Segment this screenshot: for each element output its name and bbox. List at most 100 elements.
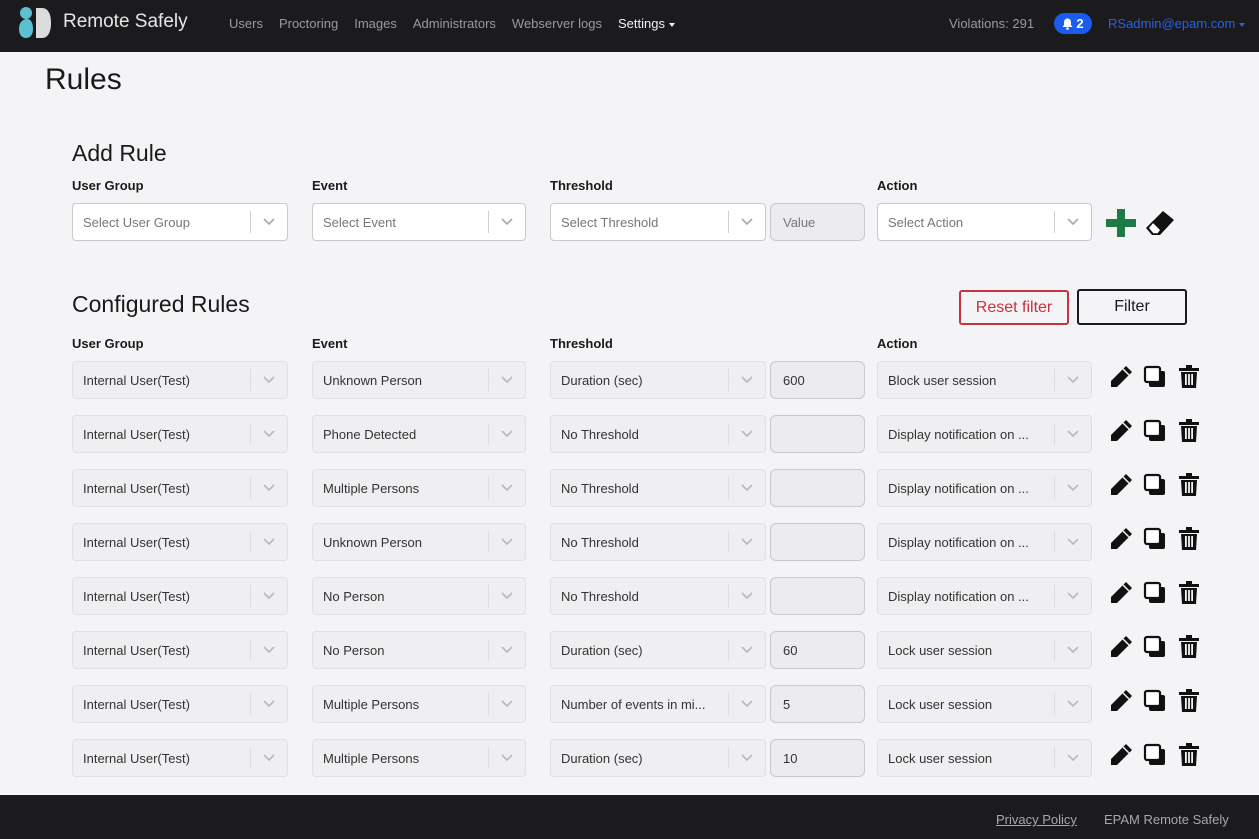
nav-settings-dropdown[interactable]: Settings xyxy=(618,16,675,31)
edit-rule-button[interactable] xyxy=(1108,527,1134,554)
delete-rule-button[interactable] xyxy=(1177,580,1201,608)
delete-rule-button[interactable] xyxy=(1177,634,1201,662)
rule-action-select[interactable]: Display notification on ... xyxy=(877,469,1092,507)
filter-button[interactable]: Filter xyxy=(1077,289,1187,325)
rule-threshold-select[interactable]: Duration (sec) xyxy=(550,631,766,669)
chevron-down-icon[interactable] xyxy=(1055,538,1091,546)
duplicate-rule-button[interactable] xyxy=(1142,473,1168,500)
user-menu-dropdown[interactable]: RSadmin@epam.com xyxy=(1108,16,1246,31)
rule-user-group-select[interactable]: Internal User(Test) xyxy=(72,523,288,561)
rule-threshold-select[interactable]: No Threshold xyxy=(550,415,766,453)
delete-rule-button[interactable] xyxy=(1177,472,1201,500)
rule-threshold-select[interactable]: No Threshold xyxy=(550,577,766,615)
chevron-down-icon[interactable] xyxy=(489,484,525,492)
chevron-down-icon[interactable] xyxy=(489,646,525,654)
notifications-button[interactable]: 2 xyxy=(1054,13,1092,34)
duplicate-rule-button[interactable] xyxy=(1142,581,1168,608)
add-rule-button[interactable] xyxy=(1106,208,1136,238)
rule-action-select[interactable]: Lock user session xyxy=(877,631,1092,669)
duplicate-rule-button[interactable] xyxy=(1142,689,1168,716)
chevron-down-icon[interactable] xyxy=(489,218,525,226)
rule-event-select[interactable]: No Person xyxy=(312,577,526,615)
chevron-down-icon[interactable] xyxy=(1055,754,1091,762)
chevron-down-icon[interactable] xyxy=(489,430,525,438)
rule-value-input[interactable]: 10 xyxy=(770,739,865,777)
chevron-down-icon[interactable] xyxy=(1055,592,1091,600)
edit-rule-button[interactable] xyxy=(1108,473,1134,500)
chevron-down-icon[interactable] xyxy=(489,754,525,762)
rule-event-select[interactable]: Phone Detected xyxy=(312,415,526,453)
reset-filter-button[interactable]: Reset filter xyxy=(959,290,1069,325)
nav-users[interactable]: Users xyxy=(229,16,263,31)
duplicate-rule-button[interactable] xyxy=(1142,527,1168,554)
edit-rule-button[interactable] xyxy=(1108,689,1134,716)
add-action-select[interactable]: Select Action xyxy=(877,203,1092,241)
nav-proctoring[interactable]: Proctoring xyxy=(279,16,338,31)
rule-threshold-select[interactable]: Duration (sec) xyxy=(550,739,766,777)
duplicate-rule-button[interactable] xyxy=(1142,635,1168,662)
rule-event-select[interactable]: Multiple Persons xyxy=(312,469,526,507)
rule-event-select[interactable]: Unknown Person xyxy=(312,523,526,561)
chevron-down-icon[interactable] xyxy=(729,430,765,438)
chevron-down-icon[interactable] xyxy=(729,376,765,384)
edit-rule-button[interactable] xyxy=(1108,365,1134,392)
nav-administrators[interactable]: Administrators xyxy=(413,16,496,31)
rule-action-select[interactable]: Block user session xyxy=(877,361,1092,399)
chevron-down-icon[interactable] xyxy=(251,484,287,492)
chevron-down-icon[interactable] xyxy=(251,592,287,600)
rule-event-select[interactable]: Multiple Persons xyxy=(312,685,526,723)
add-threshold-select[interactable]: Select Threshold xyxy=(550,203,766,241)
chevron-down-icon[interactable] xyxy=(729,592,765,600)
chevron-down-icon[interactable] xyxy=(251,538,287,546)
chevron-down-icon[interactable] xyxy=(251,218,287,226)
rule-value-input[interactable]: 60 xyxy=(770,631,865,669)
rule-action-select[interactable]: Display notification on ... xyxy=(877,415,1092,453)
chevron-down-icon[interactable] xyxy=(729,646,765,654)
delete-rule-button[interactable] xyxy=(1177,742,1201,770)
nav-webserver-logs[interactable]: Webserver logs xyxy=(512,16,602,31)
edit-rule-button[interactable] xyxy=(1108,635,1134,662)
chevron-down-icon[interactable] xyxy=(251,754,287,762)
delete-rule-button[interactable] xyxy=(1177,526,1201,554)
rule-action-select[interactable]: Display notification on ... xyxy=(877,523,1092,561)
chevron-down-icon[interactable] xyxy=(1055,646,1091,654)
chevron-down-icon[interactable] xyxy=(489,592,525,600)
chevron-down-icon[interactable] xyxy=(729,754,765,762)
nav-images[interactable]: Images xyxy=(354,16,397,31)
rule-value-input[interactable] xyxy=(770,577,865,615)
chevron-down-icon[interactable] xyxy=(251,376,287,384)
delete-rule-button[interactable] xyxy=(1177,418,1201,446)
rule-user-group-select[interactable]: Internal User(Test) xyxy=(72,469,288,507)
chevron-down-icon[interactable] xyxy=(1055,376,1091,384)
rule-value-input[interactable]: 5 xyxy=(770,685,865,723)
add-user-group-select[interactable]: Select User Group xyxy=(72,203,288,241)
rule-value-input[interactable] xyxy=(770,415,865,453)
chevron-down-icon[interactable] xyxy=(1055,484,1091,492)
rule-user-group-select[interactable]: Internal User(Test) xyxy=(72,739,288,777)
rule-threshold-select[interactable]: No Threshold xyxy=(550,523,766,561)
brand-name[interactable]: Remote Safely xyxy=(63,11,188,33)
edit-rule-button[interactable] xyxy=(1108,743,1134,770)
rule-action-select[interactable]: Lock user session xyxy=(877,685,1092,723)
rule-user-group-select[interactable]: Internal User(Test) xyxy=(72,685,288,723)
chevron-down-icon[interactable] xyxy=(489,538,525,546)
duplicate-rule-button[interactable] xyxy=(1142,743,1168,770)
duplicate-rule-button[interactable] xyxy=(1142,365,1168,392)
chevron-down-icon[interactable] xyxy=(729,700,765,708)
rule-action-select[interactable]: Lock user session xyxy=(877,739,1092,777)
chevron-down-icon[interactable] xyxy=(729,218,765,226)
chevron-down-icon[interactable] xyxy=(729,484,765,492)
edit-rule-button[interactable] xyxy=(1108,581,1134,608)
chevron-down-icon[interactable] xyxy=(251,700,287,708)
add-value-input[interactable]: Value xyxy=(770,203,865,241)
chevron-down-icon[interactable] xyxy=(1055,430,1091,438)
rule-value-input[interactable] xyxy=(770,469,865,507)
chevron-down-icon[interactable] xyxy=(1055,700,1091,708)
logo-icon[interactable] xyxy=(17,5,53,39)
rule-event-select[interactable]: No Person xyxy=(312,631,526,669)
delete-rule-button[interactable] xyxy=(1177,688,1201,716)
rule-user-group-select[interactable]: Internal User(Test) xyxy=(72,577,288,615)
rule-event-select[interactable]: Multiple Persons xyxy=(312,739,526,777)
edit-rule-button[interactable] xyxy=(1108,419,1134,446)
clear-form-button[interactable] xyxy=(1144,208,1176,238)
